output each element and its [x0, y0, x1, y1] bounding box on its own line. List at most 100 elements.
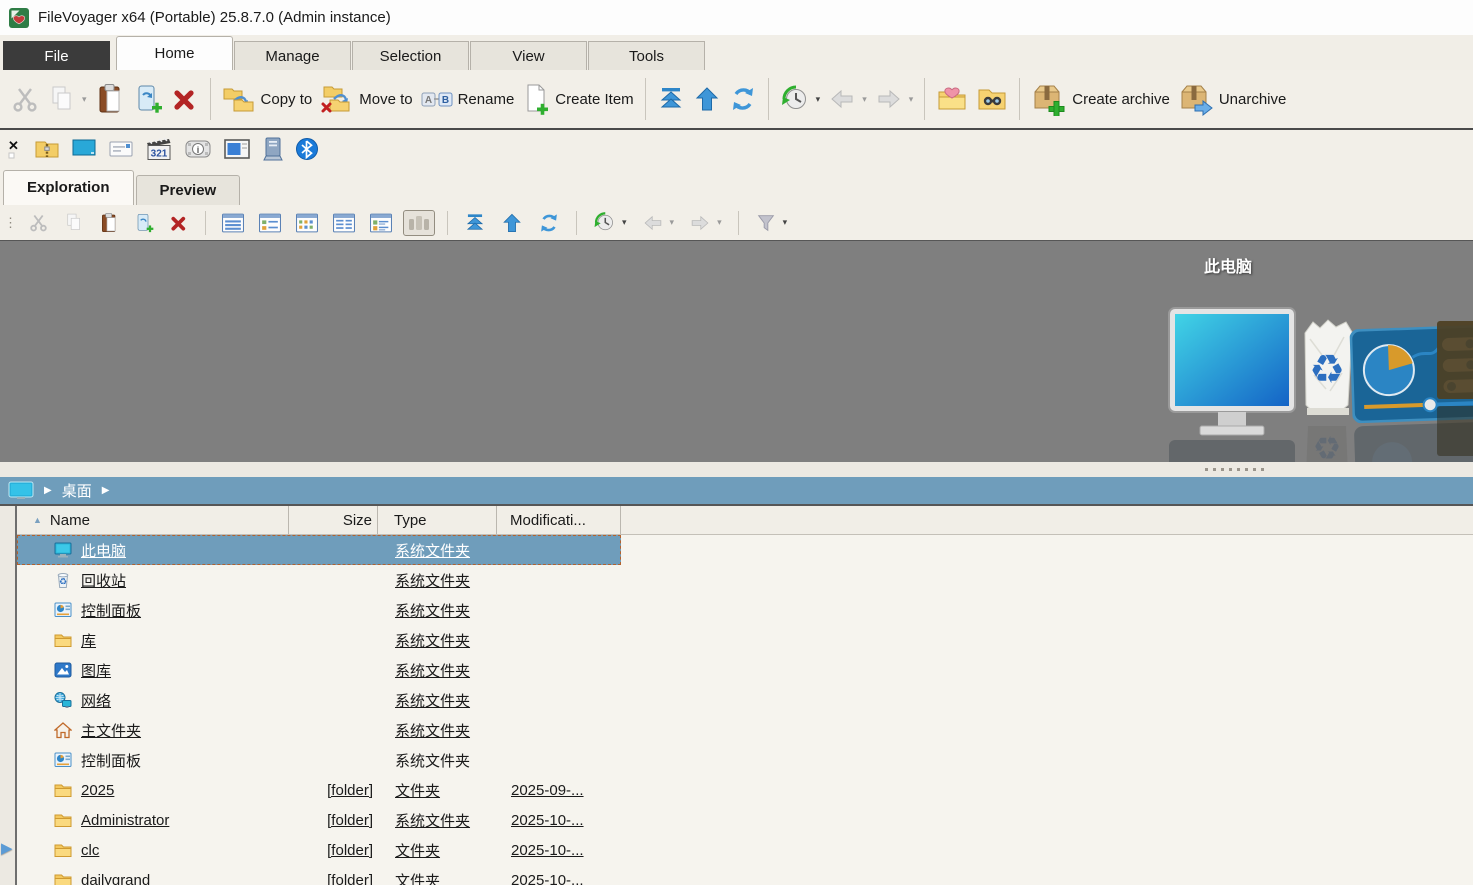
file-name[interactable]: Administrator [81, 812, 169, 829]
file-type[interactable]: 系统文件夹 [378, 630, 497, 651]
tab-manage[interactable]: Manage [234, 41, 351, 70]
close-panel-button[interactable]: ✕ [7, 137, 23, 161]
window-tool-button[interactable] [223, 137, 251, 161]
search-folder-button[interactable] [972, 81, 1012, 117]
screen-tool-button[interactable] [71, 137, 97, 161]
create-archive-button[interactable]: Create archive [1027, 79, 1174, 119]
file-row[interactable]: 此电脑 系统文件夹 [17, 535, 621, 565]
file-name[interactable]: 主文件夹 [81, 720, 141, 741]
file-row[interactable]: 网络 系统文件夹 [17, 685, 621, 715]
view-list-button[interactable] [218, 210, 248, 236]
forward-dropdown[interactable]: ▾ [909, 94, 914, 105]
file-type[interactable]: 系统文件夹 [378, 570, 497, 591]
coverflow-item-this-pc[interactable] [1168, 307, 1296, 462]
refresh-new-button[interactable] [129, 80, 167, 118]
tab-file[interactable]: File [3, 41, 110, 70]
file-row[interactable]: 2025 [folder] 文件夹 2025-09-... [17, 775, 621, 805]
unarchive-button[interactable]: Unarchive [1174, 79, 1291, 119]
file-row[interactable]: 控制面板 系统文件夹 [17, 745, 621, 775]
tab-tools[interactable]: Tools [588, 41, 705, 70]
file-name[interactable]: 图库 [81, 660, 111, 681]
breadcrumb-arrow-icon[interactable]: ▶ [44, 485, 52, 496]
file-row[interactable]: clc [folder] 文件夹 2025-10-... [17, 835, 621, 865]
paste-button[interactable] [91, 80, 129, 118]
file-name[interactable]: 2025 [81, 782, 114, 799]
forward-button[interactable]: ▾ [871, 82, 918, 116]
breadcrumb-item-desktop[interactable]: 桌面 [62, 480, 92, 501]
mpc-tool-button[interactable]: 321 [145, 136, 173, 162]
refresh-button[interactable] [725, 82, 761, 116]
list-refresh-button[interactable] [534, 209, 564, 237]
view-compact-list-button[interactable] [329, 210, 359, 236]
file-row[interactable]: 主文件夹 系统文件夹 [17, 715, 621, 745]
file-name[interactable]: 回收站 [81, 570, 126, 591]
splitter-strip[interactable] [0, 462, 1473, 477]
file-name[interactable]: 库 [81, 630, 96, 651]
file-name[interactable]: 网络 [81, 690, 111, 711]
file-type[interactable]: 系统文件夹 [378, 750, 497, 771]
file-type[interactable]: 系统文件夹 [378, 690, 497, 711]
file-row[interactable]: Administrator [folder] 系统文件夹 2025-10-... [17, 805, 621, 835]
server-tool-button[interactable] [262, 136, 284, 162]
go-up-button[interactable] [689, 82, 725, 116]
go-top-button[interactable] [653, 82, 689, 116]
tab-selection[interactable]: Selection [352, 41, 469, 70]
file-type[interactable]: 文件夹 [378, 840, 497, 861]
list-delete-button[interactable] [165, 210, 193, 236]
move-to-button[interactable]: Move to [316, 80, 416, 118]
create-item-button[interactable]: Create Item [518, 80, 637, 118]
history-button[interactable]: ▾ [776, 81, 825, 117]
list-go-top-button[interactable] [460, 209, 490, 237]
file-type[interactable]: 系统文件夹 [378, 600, 497, 621]
file-row[interactable]: dailygrand [folder] 文件夹 2025-10-... [17, 865, 621, 885]
list-forward-dropdown[interactable]: ▾ [717, 217, 722, 228]
file-name[interactable]: dailygrand [81, 872, 150, 885]
file-type[interactable]: 文件夹 [378, 870, 497, 885]
list-go-up-button[interactable] [497, 209, 527, 237]
coverflow-item-recycle-bin[interactable]: ♻ ♻ [1296, 315, 1358, 462]
file-row[interactable]: 库 系统文件夹 [17, 625, 621, 655]
card-tool-button[interactable] [108, 137, 134, 161]
list-refresh-new-button[interactable] [130, 209, 158, 237]
list-history-dropdown[interactable]: ▾ [622, 217, 627, 228]
view-tiles-button[interactable] [366, 210, 396, 236]
column-header-size[interactable]: Size [289, 506, 378, 534]
tab-preview[interactable]: Preview [136, 175, 241, 205]
mediainfo-tool-button[interactable]: i [184, 137, 212, 161]
filter-dropdown[interactable]: ▾ [783, 217, 788, 228]
rename-button[interactable]: AB Rename [417, 84, 519, 114]
back-button[interactable]: ▾ [824, 82, 871, 116]
bluetooth-tool-button[interactable] [295, 137, 319, 161]
column-header-type[interactable]: Type [378, 506, 497, 534]
filter-button[interactable]: ▾ [751, 209, 792, 237]
file-row[interactable]: ♻ 回收站 系统文件夹 [17, 565, 621, 595]
copy-to-button[interactable]: Copy to [218, 80, 317, 118]
list-back-button[interactable]: ▾ [638, 209, 679, 237]
tab-exploration[interactable]: Exploration [3, 170, 134, 205]
list-back-dropdown[interactable]: ▾ [670, 217, 675, 228]
view-small-icons-button[interactable] [292, 210, 322, 236]
file-type[interactable]: 系统文件夹 [378, 540, 497, 561]
view-coverflow-button[interactable] [403, 210, 435, 236]
coverflow-preview-panel[interactable]: 此电脑 ♻ ♻ [0, 240, 1473, 462]
list-paste-button[interactable] [95, 209, 123, 237]
favorites-button[interactable] [932, 81, 972, 117]
back-dropdown[interactable]: ▾ [862, 94, 867, 105]
history-dropdown[interactable]: ▾ [816, 94, 821, 105]
copy-button[interactable]: ▾ [44, 81, 91, 117]
file-name[interactable]: 控制面板 [81, 600, 141, 621]
file-row[interactable]: 图库 系统文件夹 [17, 655, 621, 685]
list-cut-button[interactable] [24, 209, 53, 236]
view-details-button[interactable] [255, 210, 285, 236]
toolbar-grip-handle[interactable]: ⋮ [4, 215, 15, 231]
breadcrumb-root-icon[interactable] [8, 481, 34, 500]
breadcrumb-arrow-icon[interactable]: ▶ [102, 485, 110, 496]
splitter-drag-handle[interactable] [1205, 468, 1264, 471]
file-name[interactable]: 控制面板 [81, 750, 141, 771]
coverflow-item-partial[interactable] [1437, 321, 1473, 399]
list-copy-button[interactable] [60, 209, 88, 236]
file-row[interactable]: 控制面板 系统文件夹 [17, 595, 621, 625]
file-type[interactable]: 文件夹 [378, 780, 497, 801]
file-name[interactable]: 此电脑 [81, 540, 126, 561]
delete-button[interactable] [167, 82, 203, 116]
